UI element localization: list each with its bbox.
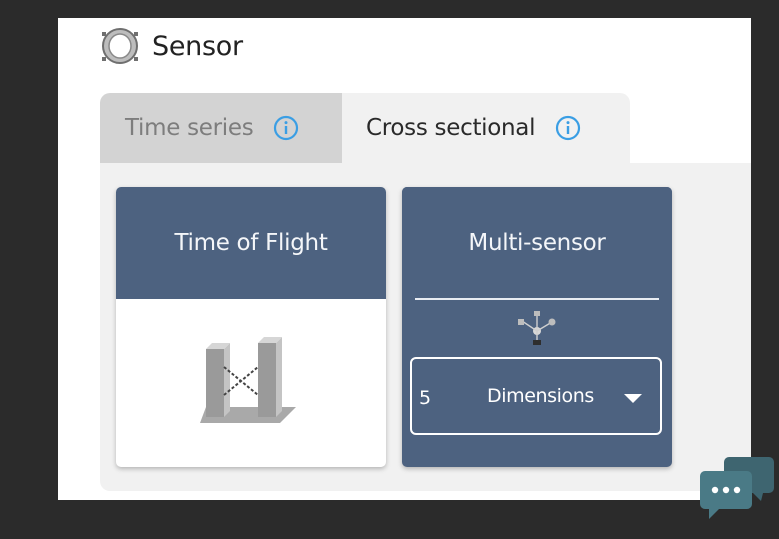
- tab-panel-cross-sectional: Time of Flight Multi-sensor 5 Dimensions: [100, 163, 751, 491]
- caret-down-icon[interactable]: [624, 394, 642, 403]
- tab-time-series[interactable]: Time series: [100, 93, 342, 163]
- time-of-flight-icon: [200, 337, 300, 427]
- card-time-of-flight[interactable]: Time of Flight: [116, 187, 386, 467]
- sensor-ring-icon: [100, 26, 140, 66]
- tab-cross-sectional-label: Cross sectional: [366, 115, 536, 141]
- dimensions-value: 5: [419, 387, 432, 409]
- chat-bubbles-icon: [699, 457, 774, 534]
- info-icon[interactable]: [555, 115, 581, 141]
- tab-time-series-label: Time series: [125, 115, 254, 141]
- card-title: Multi-sensor: [402, 187, 672, 299]
- sensor-type-selector: Time series Cross sectional Time of Flig…: [100, 93, 751, 491]
- tab-bar: Time series Cross sectional: [100, 93, 630, 163]
- sensor-panel: Sensor Time series Cross sectional Time …: [58, 18, 751, 500]
- info-icon[interactable]: [273, 115, 299, 141]
- card-multi-sensor[interactable]: Multi-sensor 5 Dimensions: [402, 187, 672, 467]
- page-title: Sensor: [152, 30, 243, 62]
- sensor-header: Sensor: [100, 26, 243, 66]
- card-title: Time of Flight: [116, 187, 386, 299]
- dimensions-select[interactable]: 5 Dimensions: [410, 357, 662, 435]
- dimensions-label: Dimensions: [487, 385, 594, 407]
- card-divider: [415, 298, 659, 300]
- tab-cross-sectional[interactable]: Cross sectional: [342, 93, 630, 163]
- multi-sensor-icon: [514, 309, 560, 351]
- chat-widget-button[interactable]: [699, 455, 774, 530]
